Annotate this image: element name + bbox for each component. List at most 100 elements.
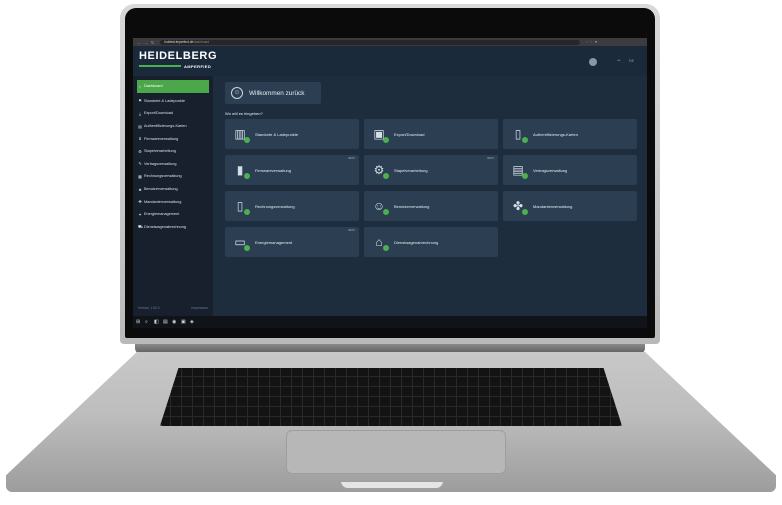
tile-label: Export/Download bbox=[394, 131, 425, 137]
reload-icon[interactable]: ↻ bbox=[151, 40, 154, 45]
sidebar-item-label: Firmwareverwaltung bbox=[144, 136, 179, 141]
browser-extensions: ◦ ◦ ● bbox=[586, 40, 597, 44]
tile-contracts[interactable]: ▤ Vertragsverwaltung bbox=[503, 155, 637, 185]
extension-icon[interactable]: ◦ bbox=[586, 40, 587, 44]
dashboard-icon: ▪ bbox=[139, 83, 141, 89]
sidebar-item-energy[interactable]: ✦ Energiemanagement bbox=[133, 208, 213, 221]
url-domain: hubtest.imperfect.de bbox=[164, 39, 194, 44]
charging-station-icon: ▥ bbox=[231, 125, 250, 143]
tile-label: Stapelverarbeitung bbox=[394, 167, 428, 173]
tile-label: Mandantenverwaltung bbox=[533, 203, 573, 209]
user-gear-icon: ☺ bbox=[370, 197, 389, 215]
sidebar-item-users[interactable]: ♣ Benutzerverwaltung bbox=[133, 183, 213, 196]
sidebar-item-label: Stapelverarbeitung bbox=[144, 149, 176, 154]
tile-label: Firmwareverwaltung bbox=[255, 167, 292, 173]
os-taskbar: ⊞ ⌕ ◧ ▤ ◉ ▣ ◈ bbox=[133, 316, 647, 328]
url-path: /dashboard bbox=[193, 39, 210, 44]
sidebar-item-company-car[interactable]: ⛟ Dienstwagenabrechnung bbox=[133, 221, 213, 234]
tile-auth-cards[interactable]: ▯ Authentifizierungs-Karten bbox=[503, 119, 637, 149]
contract-icon: ✎ bbox=[138, 161, 142, 167]
extension-icon[interactable]: ◦ bbox=[591, 40, 592, 44]
firmware-icon: ⬇ bbox=[138, 136, 142, 142]
tile-batch[interactable]: BETA ⚙ Stapelverarbeitung bbox=[364, 155, 498, 185]
sidebar: ▪ Dashboard ⚑ Standorte & Ladepunkte ⤓ E… bbox=[133, 76, 213, 316]
tile-invoices[interactable]: ▯ Rechnungsverwaltung bbox=[225, 191, 359, 221]
tile-label: Rechnungsverwaltung bbox=[255, 203, 295, 209]
beta-badge: BETA bbox=[348, 229, 355, 232]
user-avatar[interactable] bbox=[589, 58, 597, 66]
sidebar-item-invoices[interactable]: ▦ Rechnungsverwaltung bbox=[133, 170, 213, 183]
handshake-icon: ✤ bbox=[509, 197, 528, 215]
download-icon: ⤓ bbox=[139, 110, 141, 116]
sidebar-item-label: Dashboard bbox=[144, 84, 163, 89]
sidebar-item-contracts[interactable]: ✎ Vertragsverwaltung bbox=[133, 158, 213, 171]
tile-firmware[interactable]: BETA ▮ Firmwareverwaltung bbox=[225, 155, 359, 185]
app-header: HEIDELBERG AMPERFIED − DE bbox=[133, 46, 647, 76]
sidebar-item-tenants[interactable]: ✤ Mandantenverwaltung bbox=[133, 195, 213, 208]
firmware-icon: ▮ bbox=[231, 161, 250, 179]
browser-icon[interactable]: ◉ bbox=[172, 319, 177, 325]
dashboard-main: ☺ Willkommen zurück Wo will es hingehen?… bbox=[213, 76, 647, 316]
users-icon: ♣ bbox=[138, 186, 142, 192]
minimize-icon[interactable]: − bbox=[617, 58, 621, 64]
invoice-icon: ▦ bbox=[138, 173, 142, 179]
browser-nav: ← → ↻ bbox=[133, 40, 154, 45]
sidebar-item-dashboard[interactable]: ▪ Dashboard bbox=[137, 80, 209, 93]
tile-label: Benutzerverwaltung bbox=[394, 203, 430, 209]
search-icon[interactable]: ⌕ bbox=[145, 319, 150, 325]
sidebar-item-label: Dienstwagenabrechnung bbox=[144, 224, 187, 229]
sidebar-item-label: Rechnungsverwaltung bbox=[144, 174, 182, 179]
task-view-icon[interactable]: ◧ bbox=[154, 319, 159, 325]
energy-icon: ✦ bbox=[138, 211, 142, 217]
sidebar-item-label: Export/Download bbox=[144, 111, 173, 116]
tile-export[interactable]: ▣ Export/Download bbox=[364, 119, 498, 149]
tile-label: Authentifizierungs-Karten bbox=[533, 131, 578, 137]
user-icon: ☺ bbox=[231, 87, 243, 99]
location-icon: ⚑ bbox=[138, 98, 142, 104]
app-icon[interactable]: ◈ bbox=[190, 319, 195, 325]
tile-standorte[interactable]: ▥ Standorte & Ladepunkte bbox=[225, 119, 359, 149]
start-icon[interactable]: ⊞ bbox=[136, 319, 141, 325]
imprint-link[interactable]: Impressum bbox=[191, 306, 208, 310]
sidebar-item-label: Vertragsverwaltung bbox=[144, 161, 177, 166]
gear-stack-icon: ⚙ bbox=[370, 161, 389, 179]
store-icon[interactable]: ▣ bbox=[181, 319, 186, 325]
forward-icon[interactable]: → bbox=[144, 40, 148, 45]
profile-icon[interactable]: ● bbox=[595, 40, 597, 44]
export-icon: ▣ bbox=[370, 125, 389, 143]
browser-toolbar: ← → ↻ hubtest.imperfect.de/dashboard ◦ ◦… bbox=[133, 38, 647, 46]
amperfied-logo: AMPERFIED bbox=[184, 64, 212, 69]
car-icon: ⛟ bbox=[138, 223, 144, 229]
logo-accent-bar bbox=[139, 65, 181, 67]
tile-energy[interactable]: BETA ▭ Energiemanagement bbox=[225, 227, 359, 257]
sidebar-item-auth-cards[interactable]: ▤ Authentifizierungs-Karten bbox=[133, 120, 213, 133]
tile-users[interactable]: ☺ Benutzerverwaltung bbox=[364, 191, 498, 221]
sidebar-footer: Version 1.60.0 Impressum bbox=[133, 306, 213, 310]
rfid-card-icon: ▯ bbox=[509, 125, 528, 143]
welcome-title: Willkommen zurück bbox=[249, 89, 305, 97]
sidebar-item-label: Benutzerverwaltung bbox=[144, 187, 178, 192]
house-car-icon: ⌂ bbox=[370, 233, 389, 251]
beta-badge: BETA bbox=[348, 157, 355, 160]
sidebar-item-standorte[interactable]: ⚑ Standorte & Ladepunkte bbox=[133, 95, 213, 108]
gear-icon: ⚙ bbox=[138, 148, 142, 154]
tile-label: Vertragsverwaltung bbox=[533, 167, 568, 173]
address-bar[interactable]: hubtest.imperfect.de/dashboard bbox=[160, 39, 581, 45]
language-switch[interactable]: DE bbox=[629, 59, 634, 63]
heidelberg-logo[interactable]: HEIDELBERG bbox=[139, 50, 217, 62]
back-icon[interactable]: ← bbox=[137, 40, 141, 45]
sidebar-item-firmware[interactable]: ⬇ Firmwareverwaltung bbox=[133, 132, 213, 145]
phone-invoice-icon: ▯ bbox=[231, 197, 250, 215]
file-explorer-icon[interactable]: ▤ bbox=[163, 319, 168, 325]
laptop-notch bbox=[340, 481, 444, 489]
tile-tenants[interactable]: ✤ Mandantenverwaltung bbox=[503, 191, 637, 221]
sidebar-item-label: Standorte & Ladepunkte bbox=[144, 98, 185, 103]
section-question: Wo will es hingehen? bbox=[225, 111, 263, 116]
sidebar-item-label: Energiemanagement bbox=[144, 212, 180, 217]
tile-company-car[interactable]: ⌂ Dienstwagenabrechnung bbox=[364, 227, 498, 257]
sidebar-item-export[interactable]: ⤓ Export/Download bbox=[133, 107, 213, 120]
sidebar-item-batch[interactable]: ⚙ Stapelverarbeitung bbox=[133, 145, 213, 158]
keyboard-shade bbox=[160, 368, 622, 426]
card-icon: ▤ bbox=[138, 123, 142, 129]
tile-label: Dienstwagenabrechnung bbox=[394, 239, 439, 245]
